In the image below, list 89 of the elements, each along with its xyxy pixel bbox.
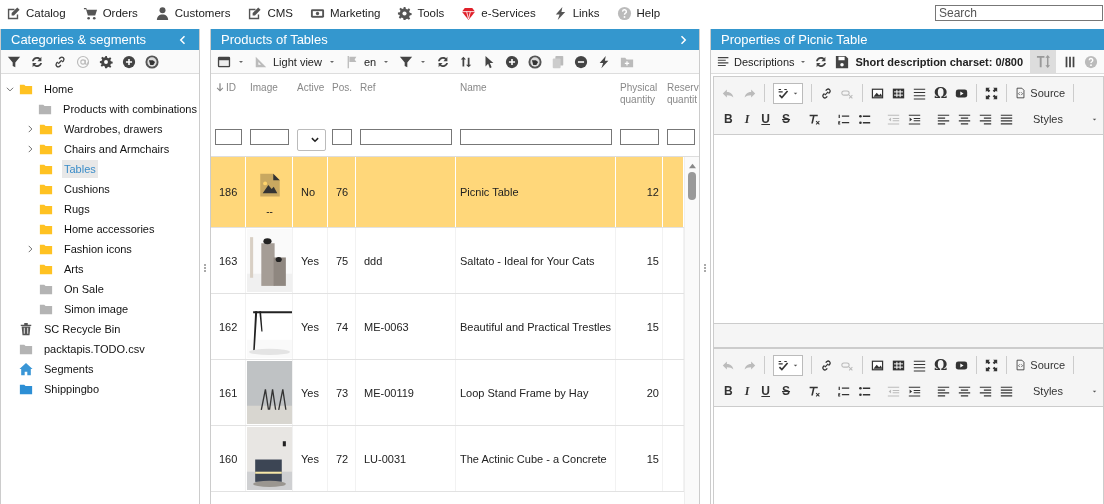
tree-item[interactable]: Home (42, 80, 76, 98)
table-cell: Yes (301, 452, 319, 465)
table-cell: 74 (336, 320, 349, 333)
menu-item[interactable]: Help (616, 5, 661, 21)
table-cell: ME-0063 (364, 320, 409, 333)
tree-item[interactable]: Wardrobes, drawers (62, 120, 165, 138)
table-row[interactable]: 162 Yes 74 ME-0063 Beautiful and Practical Trestles 15 (211, 294, 684, 360)
table-cell: 15 (646, 320, 659, 333)
table-row[interactable]: 163 Yes 75 ddd Saltato - Ideal for Your Cats 15 (211, 228, 684, 294)
tree-item[interactable]: Simon image (62, 300, 131, 318)
table-cell: 76 (336, 186, 349, 198)
table-cell: 20 (646, 386, 659, 399)
panel-title: Properties of Picnic Table (721, 32, 869, 47)
menu-item[interactable]: Links (552, 5, 600, 21)
styles-dropdown[interactable]: Styles (1029, 113, 1098, 125)
panel-title: Categories & segments (11, 32, 148, 47)
table-cell: ME-00119 (364, 386, 414, 399)
tree-item[interactable]: Segments (42, 360, 96, 378)
table-row[interactable]: 161 Yes 73 ME-00119 Loop Stand Frame by Hay 20 (211, 360, 684, 426)
table-cell: 73 (336, 386, 349, 399)
column-header[interactable]: Active (297, 82, 325, 94)
special-character-button[interactable]: Ω (934, 84, 948, 102)
table-cell: No (301, 186, 316, 198)
tree-item[interactable]: Home accessories (62, 220, 157, 238)
image-caption: -- (266, 205, 273, 217)
column-header[interactable]: Image (250, 82, 278, 94)
menu-item[interactable]: Customers (154, 5, 231, 21)
table-cell: 15 (646, 254, 659, 267)
search-field[interactable]: Search (935, 5, 1103, 21)
menu-item[interactable]: Orders (82, 5, 138, 21)
table-cell: 162 (219, 320, 238, 333)
column-header[interactable]: Physical quantity (620, 82, 660, 106)
underline-button[interactable]: U (759, 384, 772, 398)
menu-item[interactable]: CMS (247, 5, 293, 21)
table-cell: 12 (646, 186, 659, 198)
tree-item[interactable]: packtapis.TODO.csv (42, 340, 147, 358)
view-dropdown[interactable]: Light view (273, 55, 322, 68)
column-header[interactable]: Name (460, 82, 487, 94)
table-cell: 161 (219, 386, 238, 399)
italic-button[interactable]: I (742, 111, 752, 127)
column-header[interactable]: ID (226, 82, 236, 94)
tree-item[interactable]: Arts (62, 260, 86, 278)
table-cell: Saltato - Ideal for Your Cats (460, 254, 595, 267)
special-character-button[interactable]: Ω (934, 356, 948, 374)
table-cell: The Actinic Cube - a Concrete (460, 452, 607, 465)
charset-counter: Short description charset: 0/800 (855, 55, 1024, 68)
table-cell: LU-0031 (364, 452, 407, 465)
table-cell: Loop Stand Frame by Hay (460, 386, 589, 399)
tree-item[interactable]: On Sale (62, 280, 106, 298)
table-row[interactable]: 160 Yes 72 LU-0031 The Actinic Cube - a Concrete 15 (211, 426, 684, 492)
menu-item[interactable]: Catalog (6, 5, 66, 21)
bold-button[interactable]: B (722, 384, 735, 398)
panel-title: Products of Tables (221, 32, 329, 47)
tree-item[interactable]: Rugs (62, 200, 92, 218)
strikethrough-button[interactable]: S (780, 384, 793, 398)
section-dropdown[interactable]: Descriptions (734, 55, 795, 68)
table-cell: 72 (336, 452, 349, 465)
tree-item[interactable]: Cushions (62, 180, 112, 198)
source-button[interactable]: Source (1015, 87, 1066, 99)
menu-item[interactable]: Tools (397, 5, 445, 21)
table-cell: ddd (364, 254, 383, 267)
table-cell: Picnic Table (460, 186, 519, 198)
tree-item[interactable]: SC Recycle Bin (42, 320, 123, 338)
language-dropdown[interactable]: en (363, 55, 377, 68)
tree-item[interactable]: Chairs and Armchairs (62, 140, 172, 158)
table-cell: 163 (219, 254, 238, 267)
source-button[interactable]: Source (1015, 359, 1066, 371)
menu-item[interactable]: Marketing (309, 5, 381, 21)
table-cell: 160 (219, 452, 238, 465)
table-cell: 15 (646, 452, 659, 465)
table-row[interactable]: 186 -- No 76 Picnic Table 12 (211, 157, 684, 228)
underline-button[interactable]: U (759, 112, 772, 126)
menu-item[interactable]: e-Services (461, 5, 536, 21)
table-cell: Yes (301, 320, 319, 333)
tree-item[interactable]: Fashion icons (62, 240, 134, 258)
styles-dropdown[interactable]: Styles (1029, 385, 1098, 397)
column-header[interactable]: Pos. (332, 82, 352, 94)
bold-button[interactable]: B (722, 112, 735, 126)
tree-item[interactable]: Shippingbo (42, 380, 102, 398)
italic-button[interactable]: I (742, 383, 752, 399)
tree-item[interactable]: Products with combinations (61, 100, 199, 118)
table-cell: Yes (301, 386, 319, 399)
table-cell: 75 (336, 254, 349, 267)
strikethrough-button[interactable]: S (780, 112, 793, 126)
column-header[interactable]: Ref (360, 82, 376, 94)
column-header[interactable]: Reserv quantit (667, 82, 699, 106)
table-cell: Beautiful and Practical Trestles (460, 320, 612, 333)
table-cell: Yes (301, 254, 319, 267)
table-cell: 186 (219, 186, 238, 198)
